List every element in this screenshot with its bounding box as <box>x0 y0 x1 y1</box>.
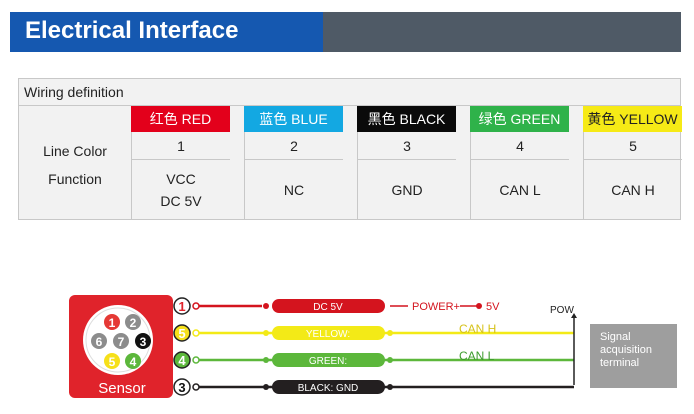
wire-start-dot <box>192 302 200 310</box>
wire-label: YELLOW: <box>306 329 350 340</box>
pin-badge-label: 4 <box>178 353 186 368</box>
wire-label: BLACK: GND <box>298 383 359 394</box>
pin-5-label: 5 <box>109 355 116 369</box>
pin-6-label: 6 <box>96 335 103 349</box>
wire-end-dot <box>387 384 393 390</box>
wire-label: DC 5V <box>313 302 343 313</box>
wire-mid-dot <box>263 330 269 336</box>
pin-badge-label: 5 <box>178 326 185 341</box>
pin-badge-label: 1 <box>178 299 185 314</box>
pin-3-label: 3 <box>140 335 147 349</box>
wire-mid-dot <box>263 384 269 390</box>
can-h-label: CAN H <box>459 322 496 336</box>
pow-label: POW <box>550 305 574 316</box>
wire-mid-dot <box>263 357 269 363</box>
sensor-label: Sensor <box>98 380 146 397</box>
wire-start-dot <box>192 356 200 364</box>
power-label: POWER+ <box>412 301 460 313</box>
pin-4-label: 4 <box>130 355 137 369</box>
signal-acquisition-terminal: Signal acquisition terminal <box>590 324 677 388</box>
pin-1-label: 1 <box>109 316 116 330</box>
wire-label: GREEN: <box>309 356 347 367</box>
wire-start-dot <box>192 329 200 337</box>
wire-start-dot <box>192 383 200 391</box>
volt-label: 5V <box>486 301 500 313</box>
wire-end-dot <box>387 330 393 336</box>
pin-7-label: 7 <box>118 335 125 349</box>
can-l-label: CAN L <box>459 349 495 363</box>
wire-end-dot <box>387 357 393 363</box>
pin-badge-label: 3 <box>178 380 185 395</box>
wire-mid-dot <box>263 303 269 309</box>
pin-2-label: 2 <box>130 316 137 330</box>
